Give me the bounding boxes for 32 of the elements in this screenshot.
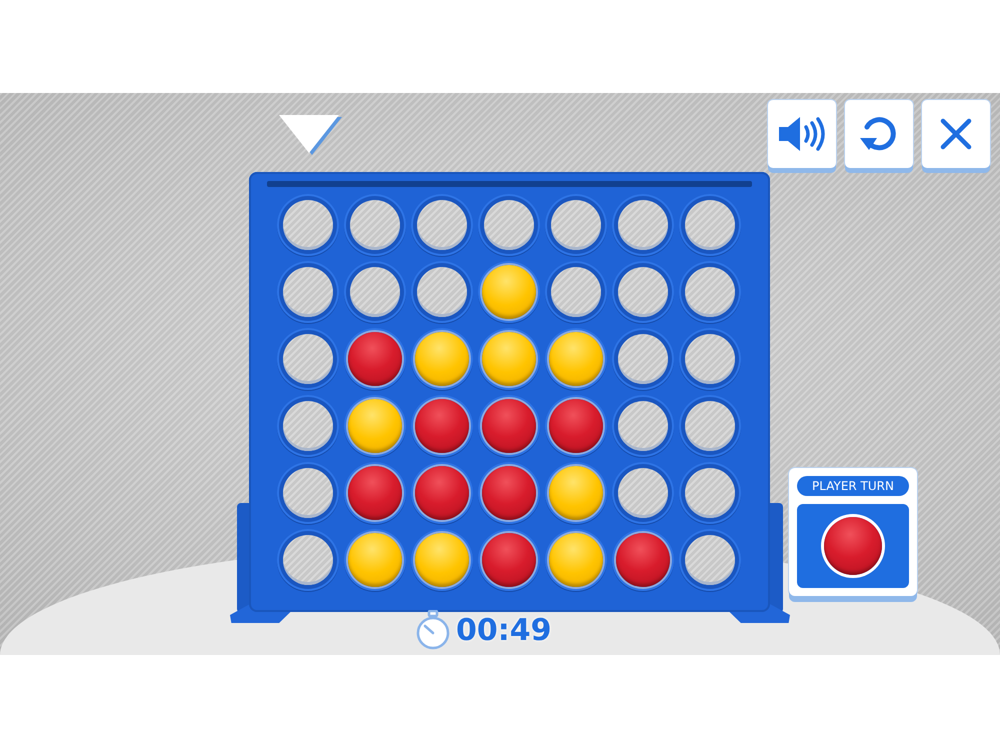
restart-button[interactable] xyxy=(845,100,913,168)
stopwatch-icon xyxy=(414,610,452,650)
empty-hole[interactable] xyxy=(685,468,735,518)
empty-hole[interactable] xyxy=(618,267,668,317)
close-icon xyxy=(938,116,974,152)
empty-hole[interactable] xyxy=(685,267,735,317)
empty-hole[interactable] xyxy=(283,334,333,384)
empty-hole[interactable] xyxy=(283,468,333,518)
empty-hole[interactable] xyxy=(685,401,735,451)
player-turn-label: PLAYER TURN xyxy=(797,476,909,496)
empty-hole[interactable] xyxy=(685,200,735,250)
empty-hole[interactable] xyxy=(618,401,668,451)
empty-hole[interactable] xyxy=(350,200,400,250)
close-button[interactable] xyxy=(922,100,990,168)
empty-hole[interactable] xyxy=(417,200,467,250)
empty-hole[interactable] xyxy=(484,200,534,250)
empty-hole[interactable] xyxy=(350,267,400,317)
empty-hole[interactable] xyxy=(551,267,601,317)
empty-hole[interactable] xyxy=(618,334,668,384)
empty-hole[interactable] xyxy=(618,200,668,250)
sound-button[interactable] xyxy=(768,100,836,168)
empty-hole[interactable] xyxy=(283,401,333,451)
empty-hole[interactable] xyxy=(283,535,333,585)
empty-hole[interactable] xyxy=(551,200,601,250)
speaker-icon xyxy=(777,114,827,154)
empty-hole[interactable] xyxy=(685,535,735,585)
empty-hole[interactable] xyxy=(685,334,735,384)
timer-text: 00:49 xyxy=(456,612,552,648)
empty-hole[interactable] xyxy=(283,200,333,250)
empty-hole[interactable] xyxy=(618,468,668,518)
empty-hole[interactable] xyxy=(417,267,467,317)
empty-hole[interactable] xyxy=(283,267,333,317)
